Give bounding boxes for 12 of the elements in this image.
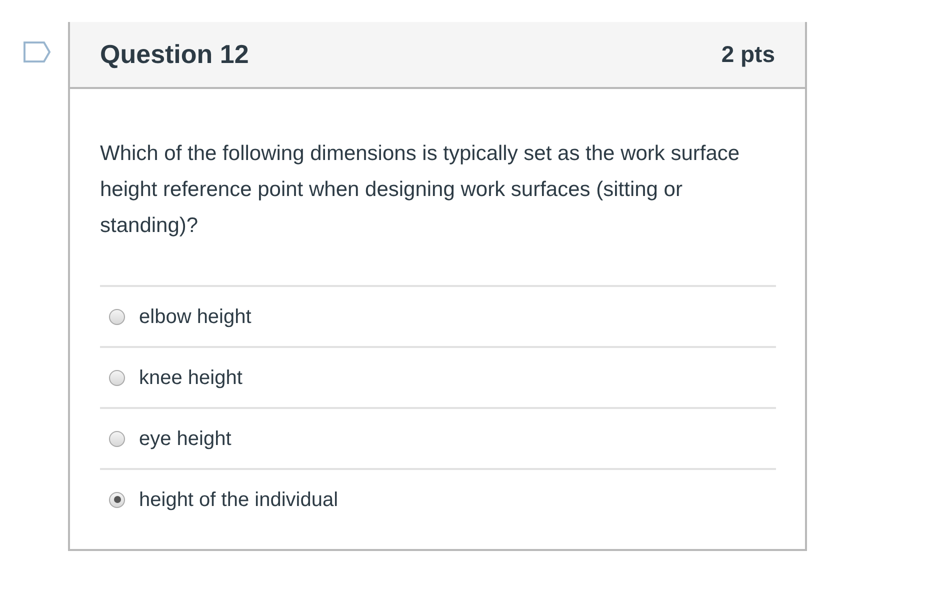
answer-option[interactable]: height of the individual (100, 468, 776, 529)
question-text: Which of the following dimensions is typically set as the work surface height reference point when designing work surfaces (sitting or standing)? (100, 141, 741, 239)
answer-option[interactable]: elbow height (100, 285, 776, 346)
radio-button[interactable] (109, 492, 125, 508)
radio-button[interactable] (109, 308, 125, 324)
question-title: Question 12 (100, 38, 249, 71)
points-label: 2 pts (721, 40, 775, 70)
answer-option[interactable]: knee height (100, 346, 776, 407)
radio-button[interactable] (109, 370, 125, 386)
answer-option[interactable]: eye height (100, 407, 776, 468)
flag-icon[interactable] (23, 41, 51, 63)
radio-button[interactable] (109, 430, 125, 446)
